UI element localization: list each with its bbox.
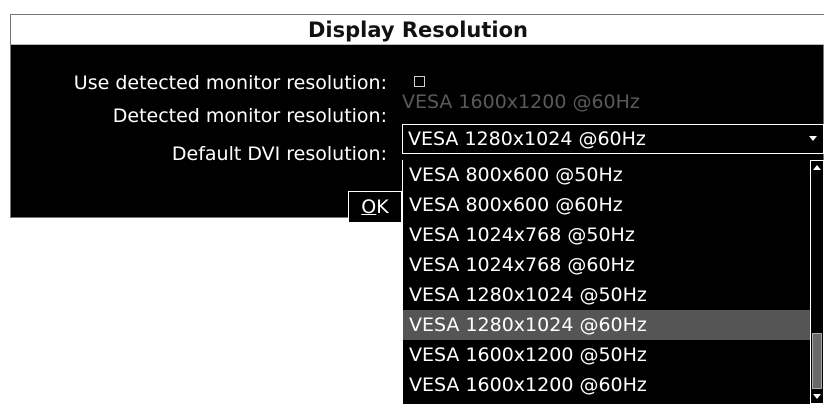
dropdown-option[interactable]: VESA 1280x1024 @60Hz xyxy=(403,310,810,340)
dropdown-option[interactable]: VESA 800x600 @50Hz xyxy=(403,160,810,190)
default-dvi-select[interactable]: VESA 1280x1024 @60Hz xyxy=(402,124,824,154)
dropdown-scrollbar[interactable] xyxy=(810,160,824,404)
dropdown-option[interactable]: VESA 800x600 @60Hz xyxy=(403,190,810,220)
scroll-down-arrow-icon[interactable] xyxy=(813,394,821,399)
resolution-dropdown-list: VESA 800x600 @50Hz VESA 800x600 @60Hz VE… xyxy=(402,160,810,404)
dropdown-option[interactable]: VESA 1600x1200 @50Hz xyxy=(403,340,810,370)
scrollbar-thumb[interactable] xyxy=(812,333,822,389)
ok-button[interactable]: OK xyxy=(348,191,402,223)
use-detected-label: Use detected monitor resolution: xyxy=(73,72,387,94)
dropdown-option[interactable]: VESA 1600x1200 @60Hz xyxy=(403,370,810,400)
ok-label-rest: K xyxy=(376,196,389,218)
detected-resolution-label: Detected monitor resolution: xyxy=(112,105,387,127)
chevron-down-icon xyxy=(809,136,817,141)
default-dvi-label: Default DVI resolution: xyxy=(171,143,387,165)
ok-mnemonic: O xyxy=(361,196,377,218)
default-dvi-selected-value: VESA 1280x1024 @60Hz xyxy=(408,128,646,150)
scroll-up-arrow-icon[interactable] xyxy=(813,165,821,170)
dropdown-option[interactable]: VESA 1024x768 @60Hz xyxy=(403,250,810,280)
use-detected-checkbox[interactable] xyxy=(414,76,425,87)
detected-resolution-value: VESA 1600x1200 @60Hz xyxy=(402,91,640,113)
dropdown-option[interactable]: VESA 1024x768 @50Hz xyxy=(403,220,810,250)
dialog-title: Display Resolution xyxy=(11,15,824,45)
dropdown-option[interactable]: VESA 1280x1024 @50Hz xyxy=(403,280,810,310)
